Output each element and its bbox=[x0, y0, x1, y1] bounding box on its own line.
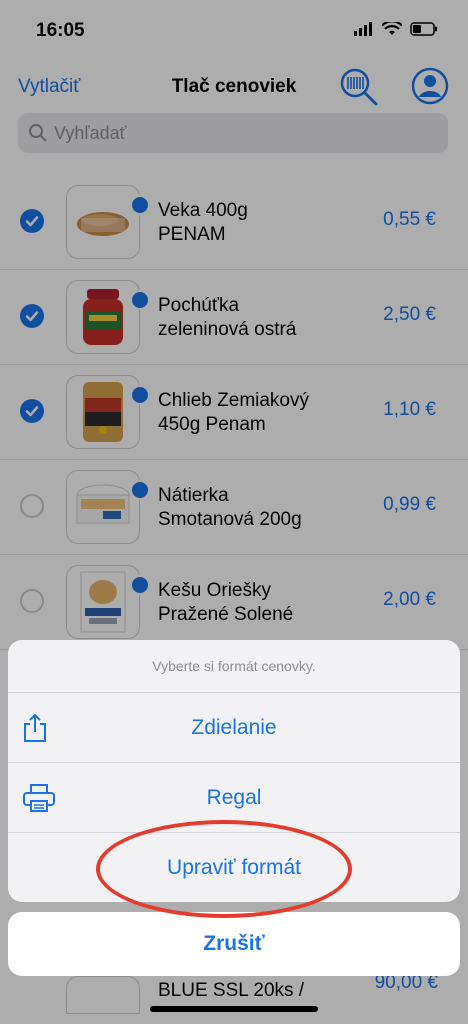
printer-icon bbox=[23, 784, 55, 812]
cancel-button[interactable]: Zrušiť bbox=[8, 912, 460, 976]
share-icon bbox=[24, 713, 46, 742]
home-indicator[interactable] bbox=[150, 1006, 318, 1012]
share-option[interactable]: Zdielanie bbox=[8, 693, 460, 763]
share-option-label: Zdielanie bbox=[191, 715, 277, 739]
highlight-annotation bbox=[96, 820, 352, 918]
action-sheet-title: Vyberte si formát cenovky. bbox=[8, 640, 460, 693]
regal-option-label: Regal bbox=[206, 785, 262, 809]
screen: 16:05 Vytlačiť Tlač cenoviek Vyhľadať Ve… bbox=[0, 0, 468, 1024]
cancel-button-label: Zrušiť bbox=[203, 932, 265, 955]
